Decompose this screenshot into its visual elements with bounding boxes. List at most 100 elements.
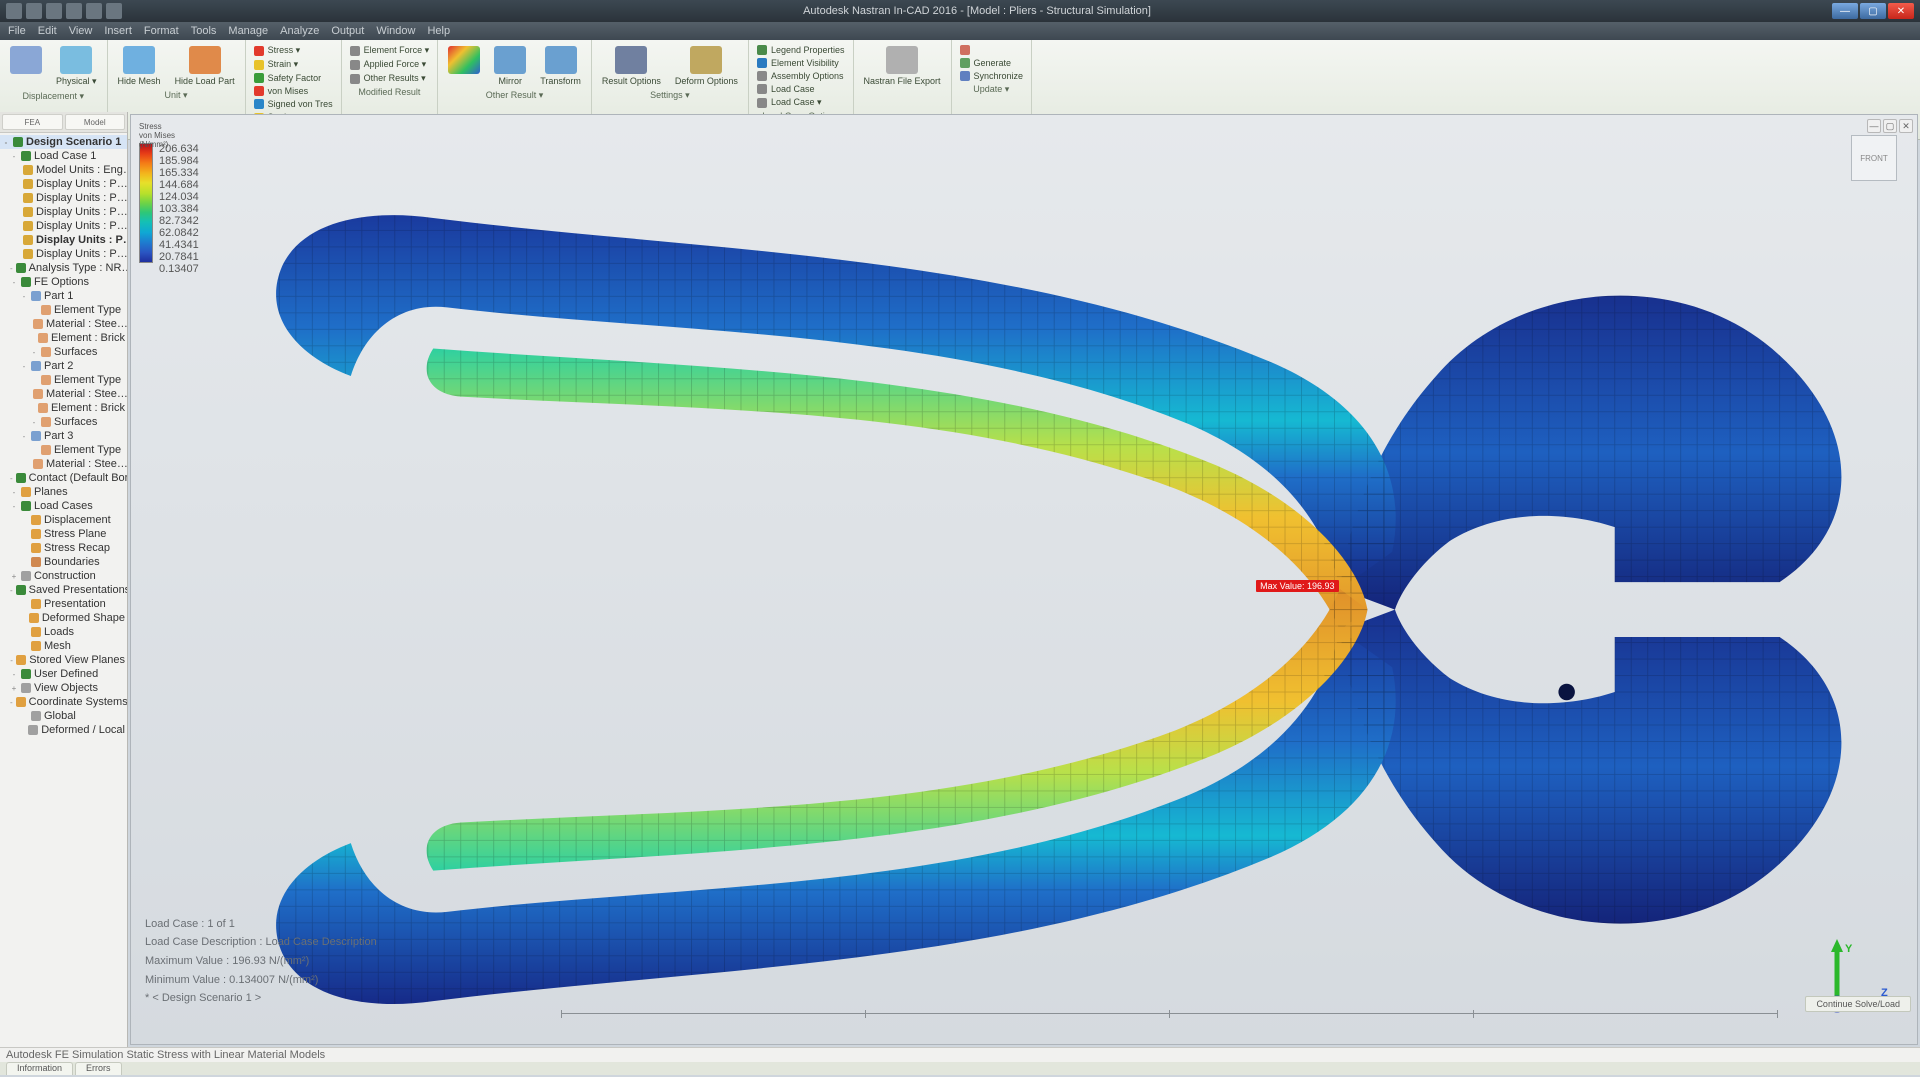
tree-node[interactable]: -Load Cases (0, 499, 127, 513)
ribbon-result-options-button[interactable]: Result Options (598, 44, 665, 88)
browser-tab-model[interactable]: Model (65, 114, 126, 130)
tree-node[interactable]: Presentation (0, 597, 127, 611)
tree-node[interactable]: Display Units : P… (0, 205, 127, 219)
tree-node[interactable]: -Load Case 1 (0, 149, 127, 163)
ribbon-update1-button[interactable] (958, 44, 1026, 56)
msgbar-tab-errors[interactable]: Errors (75, 1062, 122, 1075)
tree-node[interactable]: Loads (0, 625, 127, 639)
tree-twisty-icon[interactable]: - (10, 488, 18, 497)
tree-node[interactable]: Mesh (0, 639, 127, 653)
ribbon-von-mises-button[interactable]: von Mises (252, 85, 335, 97)
menu-window[interactable]: Window (376, 25, 415, 37)
close-button[interactable]: ✕ (1888, 3, 1914, 19)
tree-twisty-icon[interactable]: - (20, 292, 28, 301)
tree-node[interactable]: -FE Options (0, 275, 127, 289)
tree-node[interactable]: Stress Recap (0, 541, 127, 555)
menu-output[interactable]: Output (331, 25, 364, 37)
maximize-button[interactable]: ▢ (1860, 3, 1886, 19)
tree-node[interactable]: +View Objects (0, 681, 127, 695)
ribbon-load-case1-button[interactable]: Load Case (755, 83, 847, 95)
ribbon-generate-button[interactable]: Generate (958, 57, 1026, 69)
tree-twisty-icon[interactable]: - (10, 264, 13, 273)
tree-node[interactable]: -Analysis Type : NR… (0, 261, 127, 275)
ribbon-displacement-button[interactable] (6, 44, 46, 76)
menu-help[interactable]: Help (427, 25, 450, 37)
ribbon-legend-props-button[interactable]: Legend Properties (755, 44, 847, 56)
qat-icon[interactable] (6, 3, 22, 19)
tree-node[interactable]: Element : Brick (0, 331, 127, 345)
viewport[interactable]: — ▢ ✕ Stress von Mises (N/mm²) 206.63418… (130, 114, 1918, 1045)
tree-node[interactable]: -Part 3 (0, 429, 127, 443)
ribbon-strain-button[interactable]: Strain ▾ (252, 58, 335, 71)
ribbon-nastran-file-button[interactable]: Nastran File Export (860, 44, 945, 88)
ribbon-blend-button[interactable] (444, 44, 484, 76)
menu-edit[interactable]: Edit (38, 25, 57, 37)
qat-icon[interactable] (86, 3, 102, 19)
ribbon-load-case2-button[interactable]: Load Case ▾ (755, 96, 847, 109)
tree-node[interactable]: -Part 2 (0, 359, 127, 373)
tree-node[interactable]: -Saved Presentations (0, 583, 127, 597)
tree-twisty-icon[interactable]: - (30, 418, 38, 427)
qat-icon[interactable] (106, 3, 122, 19)
tree-node[interactable]: Boundaries (0, 555, 127, 569)
menu-view[interactable]: View (69, 25, 93, 37)
tree-node[interactable]: -Planes (0, 485, 127, 499)
tree-node[interactable]: -Surfaces (0, 345, 127, 359)
tree-node[interactable]: -Part 1 (0, 289, 127, 303)
ribbon-signed-von-button[interactable]: Signed von Tres (252, 98, 335, 110)
tree-node[interactable]: -Design Scenario 1 (0, 135, 127, 149)
ribbon-synchronize-button[interactable]: Synchronize (958, 70, 1026, 82)
tree-node[interactable]: Display Units : P… (0, 219, 127, 233)
tree-twisty-icon[interactable]: - (10, 152, 18, 161)
tree-node[interactable]: Displacement (0, 513, 127, 527)
tree-node[interactable]: -User Defined (0, 667, 127, 681)
tree-node[interactable]: Stress Plane (0, 527, 127, 541)
ribbon-stress-button[interactable]: Stress ▾ (252, 44, 335, 57)
tree-twisty-icon[interactable]: - (10, 670, 18, 679)
ribbon-element-force-button[interactable]: Element Force ▾ (348, 44, 432, 57)
ribbon-applied-force-button[interactable]: Applied Force ▾ (348, 58, 432, 71)
ribbon-hide-load-button[interactable]: Hide Load Part (171, 44, 239, 88)
tree-twisty-icon[interactable]: - (20, 362, 28, 371)
tree-twisty-icon[interactable]: - (2, 138, 10, 147)
continue-solve-button[interactable]: Continue Solve/Load (1805, 996, 1911, 1012)
qat-icon[interactable] (46, 3, 62, 19)
ribbon-element-visibility-button[interactable]: Element Visibility (755, 57, 847, 69)
ribbon-mirror-button[interactable]: Mirror (490, 44, 530, 88)
menu-manage[interactable]: Manage (228, 25, 268, 37)
qat-icon[interactable] (26, 3, 42, 19)
tree-node[interactable]: Display Units : P… (0, 177, 127, 191)
tree-twisty-icon[interactable]: + (10, 684, 18, 693)
tree-twisty-icon[interactable]: - (10, 474, 13, 483)
browser-tab-fea[interactable]: FEA (2, 114, 63, 130)
tree-node[interactable]: -Stored View Planes (0, 653, 127, 667)
tree-node[interactable]: -Contact (Default Bon… (0, 471, 127, 485)
minimize-button[interactable]: — (1832, 3, 1858, 19)
tree-twisty-icon[interactable]: - (10, 502, 18, 511)
ribbon-deform-options-button[interactable]: Deform Options (671, 44, 742, 88)
qat-icon[interactable] (66, 3, 82, 19)
ribbon-assembly-options-button[interactable]: Assembly Options (755, 70, 847, 82)
tree-twisty-icon[interactable]: - (10, 586, 13, 595)
tree-node[interactable]: Material : Stee… (0, 387, 127, 401)
tree-node[interactable]: Display Units : P… (0, 247, 127, 261)
tree-twisty-icon[interactable]: + (10, 572, 18, 581)
tree-node[interactable]: Deformed / Local (0, 723, 127, 737)
tree-node[interactable]: Global (0, 709, 127, 723)
tree-node[interactable]: Material : Stee… (0, 317, 127, 331)
tree-node[interactable]: Element Type (0, 373, 127, 387)
tree-twisty-icon[interactable]: - (30, 348, 38, 357)
tree-node[interactable]: Element Type (0, 443, 127, 457)
ribbon-transform-button[interactable]: Transform (536, 44, 585, 88)
ribbon-other-results-button[interactable]: Other Results ▾ (348, 72, 432, 85)
tree-twisty-icon[interactable]: - (10, 656, 13, 665)
menu-analyze[interactable]: Analyze (280, 25, 319, 37)
tree-node[interactable]: Deformed Shape (0, 611, 127, 625)
msgbar-tab-info[interactable]: Information (6, 1062, 73, 1075)
ribbon-hide-mesh-button[interactable]: Hide Mesh (114, 44, 165, 88)
tree-node[interactable]: Element Type (0, 303, 127, 317)
menu-format[interactable]: Format (144, 25, 179, 37)
menu-insert[interactable]: Insert (104, 25, 132, 37)
tree-node[interactable]: -Coordinate Systems (0, 695, 127, 709)
tree-node[interactable]: -Surfaces (0, 415, 127, 429)
